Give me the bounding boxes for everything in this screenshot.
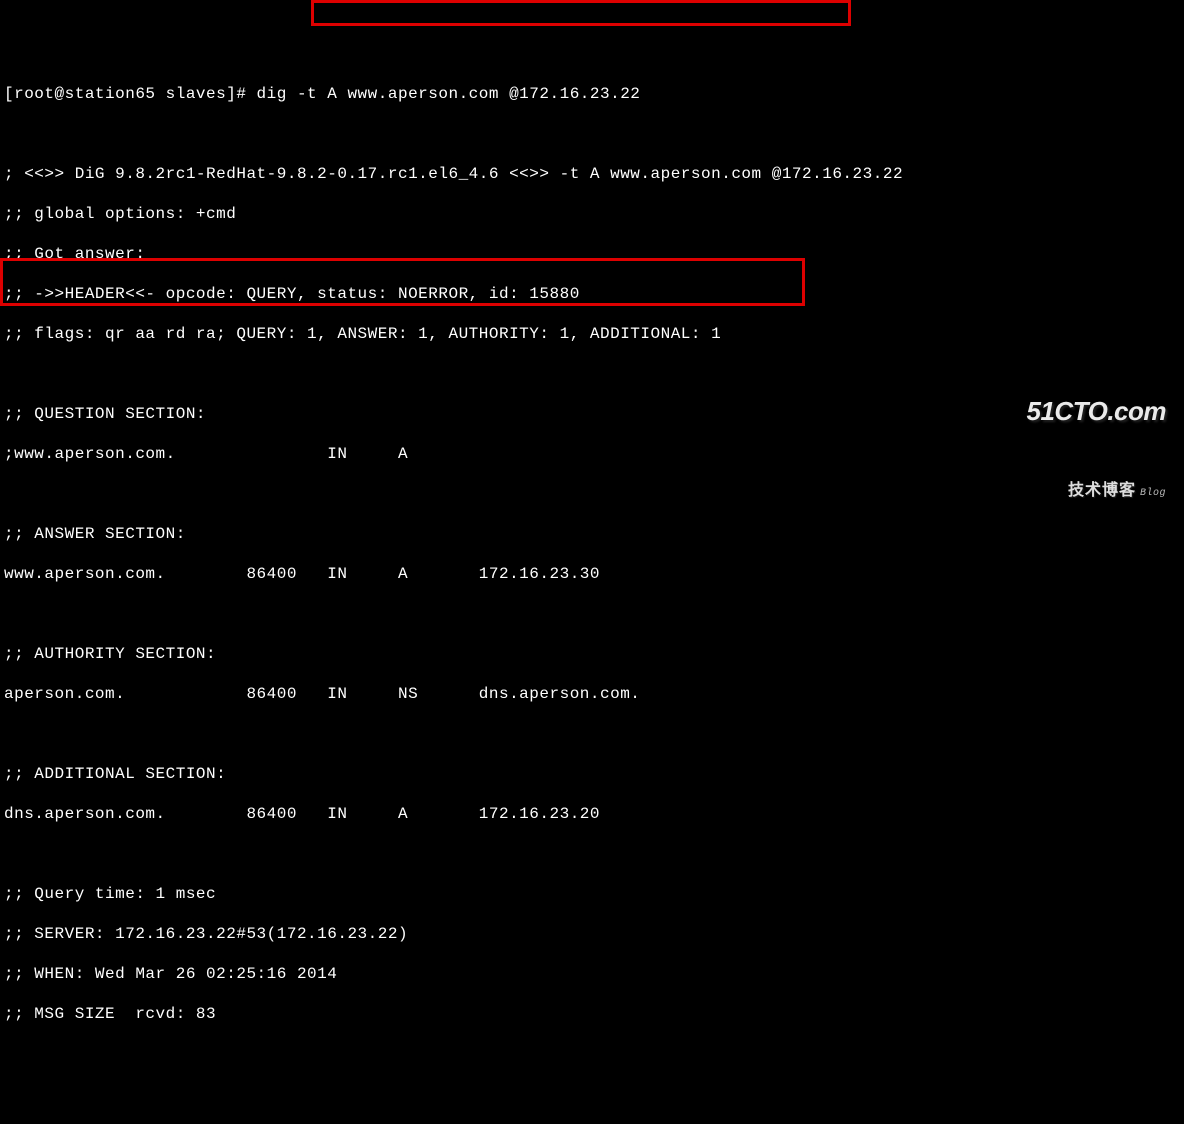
terminal-line-banner: ; <<>> DiG 9.8.2rc1-RedHat-9.8.2-0.17.rc…: [4, 164, 1180, 184]
terminal-line-blank: [4, 124, 1180, 144]
terminal-line-blank: [4, 724, 1180, 744]
terminal-line-flags: ;; flags: qr aa rd ra; QUERY: 1, ANSWER:…: [4, 324, 1180, 344]
terminal-line-options: ;; global options: +cmd: [4, 204, 1180, 224]
terminal-line-querytime: ;; Query time: 1 msec: [4, 884, 1180, 904]
terminal-line-blank: [4, 364, 1180, 384]
terminal-line-additional: dns.aperson.com. 86400 IN A 172.16.23.20: [4, 804, 1180, 824]
terminal-line-msgsize: ;; MSG SIZE rcvd: 83: [4, 1004, 1180, 1024]
terminal-line-blank: [4, 604, 1180, 624]
terminal-line-answer: www.aperson.com. 86400 IN A 172.16.23.30: [4, 564, 1180, 584]
terminal-line-question-header: ;; QUESTION SECTION:: [4, 404, 1180, 424]
terminal-line-question: ;www.aperson.com. IN A: [4, 444, 1180, 464]
terminal-line-authority: aperson.com. 86400 IN NS dns.aperson.com…: [4, 684, 1180, 704]
terminal-line-server: ;; SERVER: 172.16.23.22#53(172.16.23.22): [4, 924, 1180, 944]
highlight-box-command: [311, 0, 851, 26]
terminal-line-prompt: [root@station65 slaves]# dig -t A www.ap…: [4, 84, 1180, 104]
terminal-line-answer-header: ;; ANSWER SECTION:: [4, 524, 1180, 544]
terminal-line-header: ;; ->>HEADER<<- opcode: QUERY, status: N…: [4, 284, 1180, 304]
terminal-line-blank: [4, 844, 1180, 864]
terminal-line-additional-header: ;; ADDITIONAL SECTION:: [4, 764, 1180, 784]
terminal-line-got-answer: ;; Got answer:: [4, 244, 1180, 264]
terminal-line-when: ;; WHEN: Wed Mar 26 02:25:16 2014: [4, 964, 1180, 984]
terminal-line-blank: [4, 484, 1180, 504]
terminal-line-authority-header: ;; AUTHORITY SECTION:: [4, 644, 1180, 664]
